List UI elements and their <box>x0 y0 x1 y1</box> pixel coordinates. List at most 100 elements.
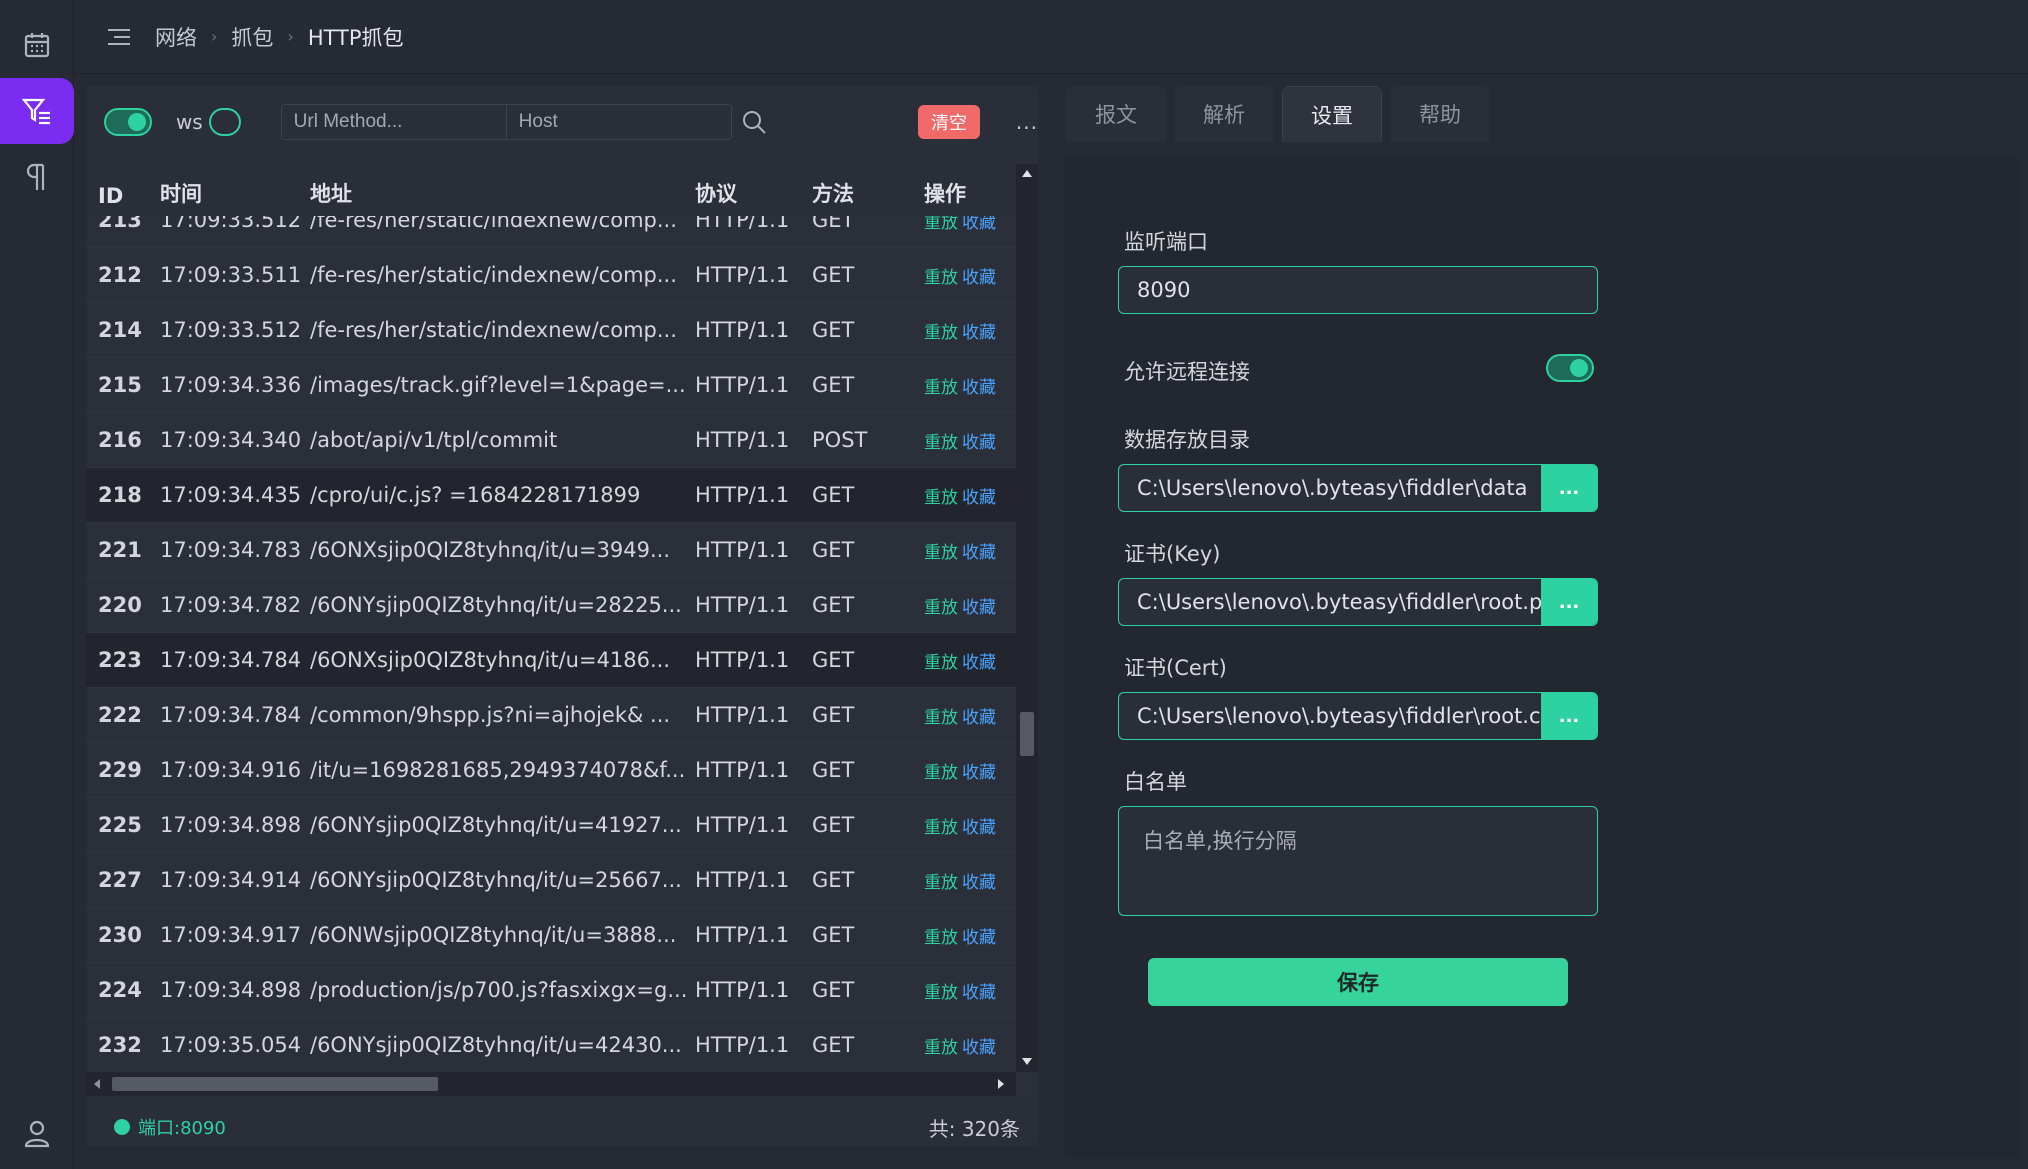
capture-panel: ws 清空 ... 21317:09:33.512/fe-res/her/sta… <box>86 86 1038 1146</box>
table-row[interactable]: 212 17:09:33.511/fe-res/her/static/indexn… <box>86 248 1016 303</box>
replay-link[interactable]: 重放 <box>924 983 958 1003</box>
header-protocol[interactable]: 协议 <box>695 178 812 208</box>
breadcrumb-capture[interactable]: 抓包 <box>231 22 273 52</box>
scroll-left-icon[interactable] <box>94 1079 100 1089</box>
row-time: 17:09:34.783 <box>160 538 302 562</box>
table-row[interactable]: 229 17:09:34.916/it/u=1698281685,29493740… <box>86 743 1016 798</box>
row-protocol: HTTP/1.1 <box>695 1033 790 1057</box>
favorite-link[interactable]: 收藏 <box>962 928 996 948</box>
clear-button[interactable]: 清空 <box>918 105 980 139</box>
ws-toggle[interactable] <box>208 108 241 136</box>
favorite-link[interactable]: 收藏 <box>962 873 996 893</box>
favorite-link[interactable]: 收藏 <box>962 763 996 783</box>
favorite-link[interactable]: 收藏 <box>962 598 996 618</box>
replay-link[interactable]: 重放 <box>924 763 958 783</box>
search-icon[interactable] <box>740 108 768 136</box>
row-method: GET <box>812 483 855 507</box>
table-row[interactable]: 221 17:09:34.783/6ONXsjip0QIZ8tyhnq/it/u=… <box>86 523 1016 578</box>
row-address: /images/track.gif?level=1&page=... <box>310 373 686 397</box>
user-nav-button[interactable] <box>0 1100 74 1166</box>
save-button[interactable]: 保存 <box>1148 958 1568 1006</box>
favorite-link[interactable]: 收藏 <box>962 543 996 563</box>
replay-link[interactable]: 重放 <box>924 543 958 563</box>
breadcrumb-network[interactable]: 网络 <box>155 22 197 52</box>
url-method-input[interactable] <box>281 105 507 139</box>
header-id[interactable]: ID <box>86 184 160 208</box>
row-time: 17:09:34.917 <box>160 923 302 947</box>
whitelist-textarea[interactable]: 白名单,换行分隔 <box>1118 806 1598 916</box>
replay-link[interactable]: 重放 <box>924 708 958 728</box>
table-row[interactable]: 220 17:09:34.782/6ONYsjip0QIZ8tyhnq/it/u=… <box>86 578 1016 633</box>
favorite-link[interactable]: 收藏 <box>962 378 996 398</box>
replay-link[interactable]: 重放 <box>924 928 958 948</box>
remote-connection-toggle[interactable] <box>1546 354 1594 382</box>
favorite-link[interactable]: 收藏 <box>962 268 996 288</box>
favorite-link[interactable]: 收藏 <box>962 1038 996 1058</box>
row-protocol: HTTP/1.1 <box>695 263 790 287</box>
favorite-link[interactable]: 收藏 <box>962 708 996 728</box>
horizontal-scroll-thumb[interactable] <box>112 1077 438 1091</box>
replay-link[interactable]: 重放 <box>924 598 958 618</box>
table-row[interactable]: 215 17:09:34.336/images/track.gif?level=1… <box>86 358 1016 413</box>
favorite-link[interactable]: 收藏 <box>962 818 996 838</box>
scroll-right-icon[interactable] <box>998 1079 1004 1089</box>
replay-link[interactable]: 重放 <box>924 818 958 838</box>
favorite-link[interactable]: 收藏 <box>962 653 996 673</box>
host-input[interactable] <box>506 105 732 139</box>
horizontal-scrollbar[interactable] <box>86 1072 1016 1096</box>
scroll-up-icon[interactable] <box>1022 170 1032 177</box>
replay-link[interactable]: 重放 <box>924 873 958 893</box>
table-row[interactable]: 218 17:09:34.435/cpro/ui/c.js? =168422817… <box>86 468 1016 523</box>
replay-link[interactable]: 重放 <box>924 1038 958 1058</box>
scroll-down-icon[interactable] <box>1022 1058 1032 1065</box>
cert-key-field[interactable]: C:\Users\lenovo\.byteasy\fiddler\root.p … <box>1118 578 1598 626</box>
vertical-scrollbar[interactable] <box>1016 164 1038 1072</box>
header-method[interactable]: 方法 <box>812 178 924 208</box>
replay-link[interactable]: 重放 <box>924 268 958 288</box>
table-row[interactable]: 224 17:09:34.898/production/js/p700.js?fa… <box>86 963 1016 1018</box>
replay-link[interactable]: 重放 <box>924 488 958 508</box>
vertical-scroll-thumb[interactable] <box>1020 712 1034 756</box>
row-address: /6ONYsjip0QIZ8tyhnq/it/u=41927... <box>310 813 682 837</box>
data-dir-field[interactable]: C:\Users\lenovo\.byteasy\fiddler\data ..… <box>1118 464 1598 512</box>
more-button[interactable]: ... <box>1016 110 1038 134</box>
table-row[interactable]: 230 17:09:34.917/6ONWsjip0QIZ8tyhnq/it/u=… <box>86 908 1016 963</box>
tab-parse[interactable]: 解析 <box>1174 86 1274 142</box>
calendar-nav-button[interactable] <box>0 12 74 78</box>
browse-data-dir-button[interactable]: ... <box>1541 465 1597 511</box>
menu-icon[interactable] <box>105 26 133 48</box>
table-row[interactable]: 227 17:09:34.914/6ONYsjip0QIZ8tyhnq/it/u=… <box>86 853 1016 908</box>
header-time[interactable]: 时间 <box>160 178 310 208</box>
favorite-link[interactable]: 收藏 <box>962 488 996 508</box>
favorite-link[interactable]: 收藏 <box>962 983 996 1003</box>
settings-panel: 监听端口 8090 允许远程连接 数据存放目录 C:\Users\lenovo\… <box>1064 158 2020 1158</box>
header-address[interactable]: 地址 <box>310 178 695 208</box>
table-row[interactable]: 216 17:09:34.340/abot/api/v1/tpl/commit HT… <box>86 413 1016 468</box>
cert-field[interactable]: C:\Users\lenovo\.byteasy\fiddler\root.c … <box>1118 692 1598 740</box>
replay-link[interactable]: 重放 <box>924 323 958 343</box>
row-method: GET <box>812 978 855 1002</box>
replay-link[interactable]: 重放 <box>924 378 958 398</box>
table-row[interactable]: 232 17:09:35.054/6ONYsjip0QIZ8tyhnq/it/u=… <box>86 1018 1016 1073</box>
tab-help[interactable]: 帮助 <box>1390 86 1490 142</box>
ws-label: ws <box>175 110 203 134</box>
port-input[interactable]: 8090 <box>1118 266 1598 314</box>
favorite-link[interactable]: 收藏 <box>962 433 996 453</box>
tab-settings[interactable]: 设置 <box>1282 86 1382 142</box>
row-id: 215 <box>98 373 142 397</box>
tab-message[interactable]: 报文 <box>1066 86 1166 142</box>
browse-cert-key-button[interactable]: ... <box>1541 579 1597 625</box>
favorite-link[interactable]: 收藏 <box>962 323 996 343</box>
capture-nav-button[interactable] <box>0 78 74 144</box>
row-time: 17:09:34.435 <box>160 483 302 507</box>
capture-toggle[interactable] <box>104 108 152 136</box>
paragraph-nav-button[interactable] <box>0 144 74 210</box>
table-row[interactable]: 222 17:09:34.784/common/9hspp.js?ni=ajhoj… <box>86 688 1016 743</box>
table-row[interactable]: 223 17:09:34.784/6ONXsjip0QIZ8tyhnq/it/u=… <box>86 633 1016 688</box>
table-row[interactable]: 214 17:09:33.512/fe-res/her/static/indexn… <box>86 303 1016 358</box>
replay-link[interactable]: 重放 <box>924 433 958 453</box>
table-row[interactable]: 225 17:09:34.898/6ONYsjip0QIZ8tyhnq/it/u=… <box>86 798 1016 853</box>
browse-cert-button[interactable]: ... <box>1541 693 1597 739</box>
replay-link[interactable]: 重放 <box>924 653 958 673</box>
row-method: GET <box>812 648 855 672</box>
